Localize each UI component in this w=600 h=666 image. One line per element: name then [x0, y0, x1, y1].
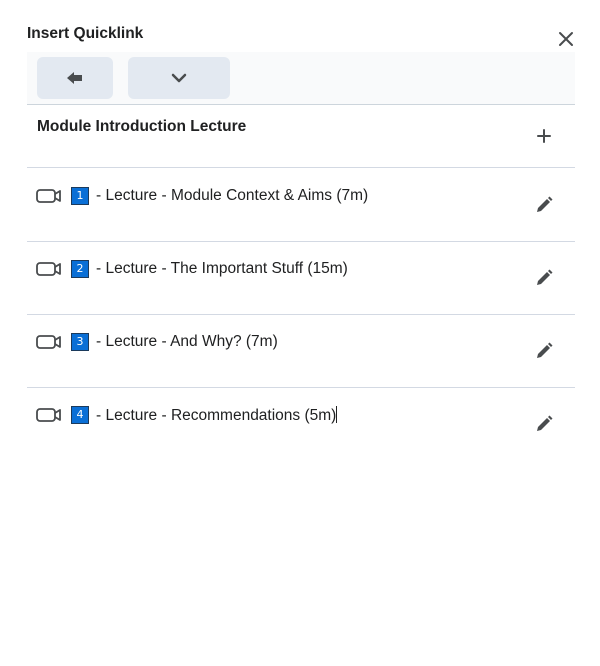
pencil-icon: [537, 269, 553, 285]
chevron-down-icon: [171, 73, 187, 83]
edit-button[interactable]: [530, 337, 558, 365]
number-badge: 3: [71, 333, 89, 351]
toolbar: [27, 52, 575, 105]
dialog-title: Insert Quicklink: [27, 25, 144, 42]
list-item[interactable]: 1 - Lecture - Module Context & Aims (7m): [27, 168, 575, 242]
back-button[interactable]: [37, 57, 113, 99]
edit-button[interactable]: [530, 264, 558, 292]
number-badge: 2: [71, 260, 89, 278]
pencil-icon: [537, 415, 553, 431]
number-badge: 1: [71, 187, 89, 205]
plus-icon: [537, 129, 551, 143]
edit-button[interactable]: [530, 191, 558, 219]
add-button[interactable]: [530, 122, 558, 150]
item-label: - Lecture - The Important Stuff (15m): [96, 260, 348, 277]
section-title: Module Introduction Lecture: [37, 118, 247, 135]
section-header: Module Introduction Lecture: [27, 105, 575, 168]
item-label-text: - Lecture - Recommendations (5m): [96, 407, 337, 424]
list-item[interactable]: 2 - Lecture - The Important Stuff (15m): [27, 241, 575, 315]
list-item[interactable]: 4 - Lecture - Recommendations (5m): [27, 387, 575, 460]
item-label-editable[interactable]: - Lecture - Recommendations (5m): [96, 406, 338, 425]
video-icon: [36, 408, 61, 422]
item-label: - Lecture - Module Context & Aims (7m): [96, 187, 369, 204]
close-button[interactable]: [552, 25, 580, 53]
more-options-button[interactable]: [128, 57, 230, 99]
close-icon: [559, 32, 573, 46]
pencil-icon: [537, 196, 553, 212]
list-item[interactable]: 3 - Lecture - And Why? (7m): [27, 314, 575, 388]
video-icon: [36, 335, 61, 349]
pencil-icon: [537, 342, 553, 358]
video-icon: [36, 189, 61, 203]
insert-quicklink-dialog: Insert Quicklink Module Introduction Lec…: [0, 0, 600, 666]
arrow-left-icon: [67, 72, 82, 84]
number-badge: 4: [71, 406, 89, 424]
text-caret: [336, 406, 338, 423]
item-label: - Lecture - And Why? (7m): [96, 333, 278, 350]
edit-button[interactable]: [530, 410, 558, 438]
video-icon: [36, 262, 61, 276]
